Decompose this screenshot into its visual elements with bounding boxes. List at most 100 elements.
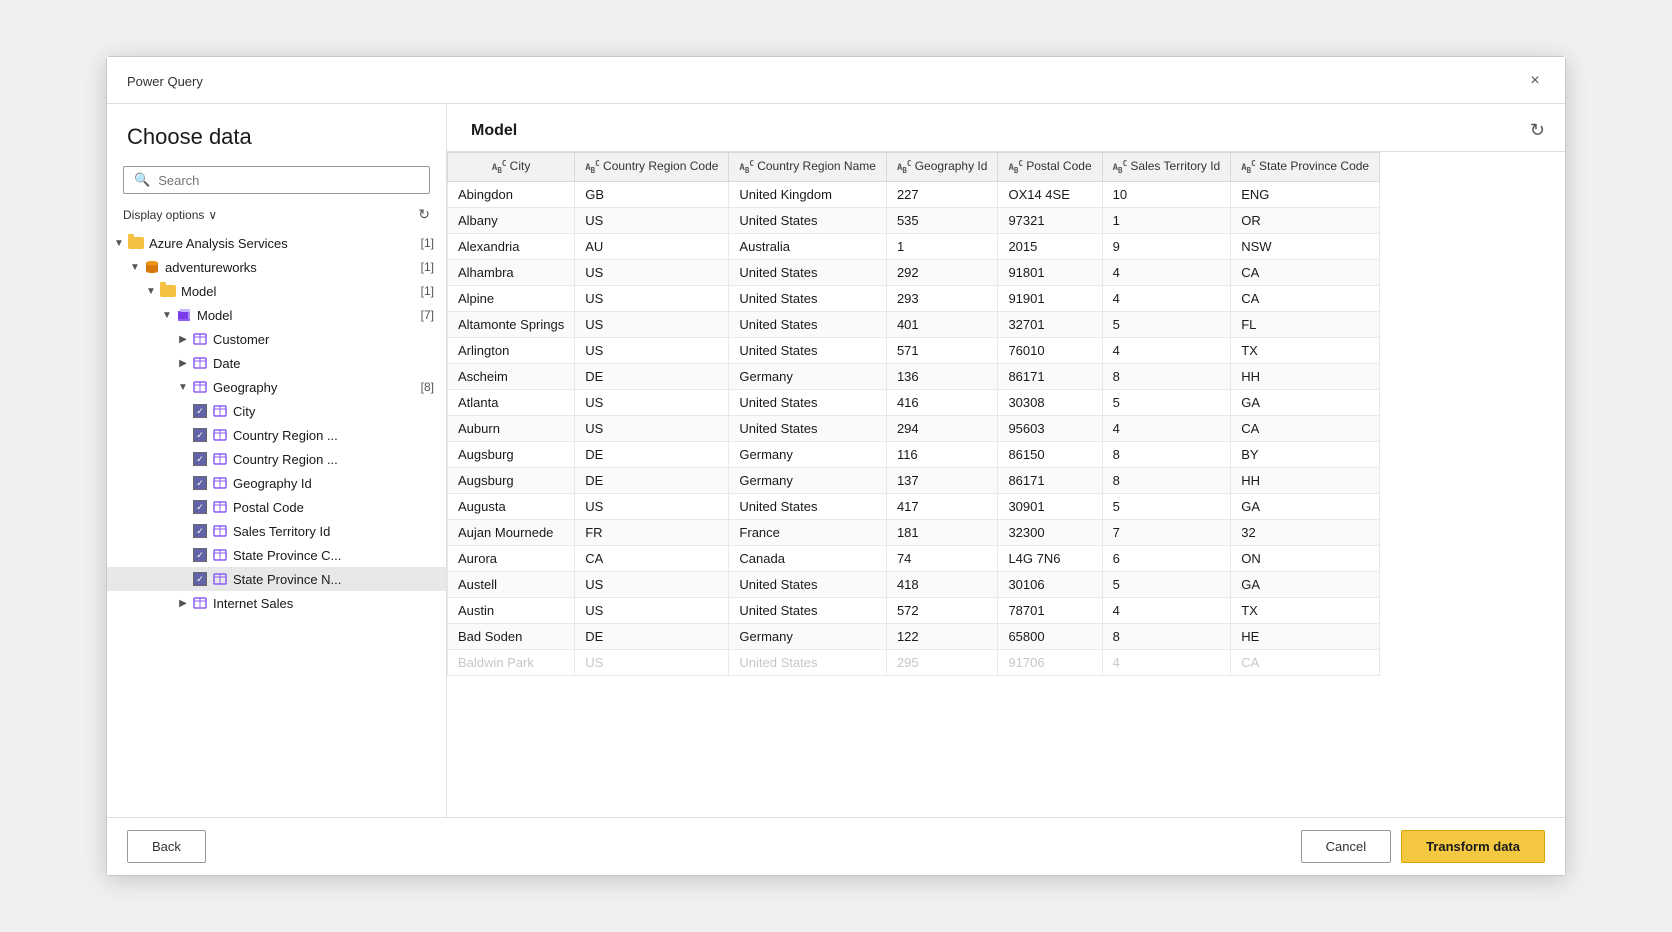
search-input[interactable] bbox=[158, 173, 419, 188]
transform-data-button[interactable]: Transform data bbox=[1401, 830, 1545, 863]
tree-item-country-region-name[interactable]: Country Region ... bbox=[107, 447, 446, 471]
table-cell: 86171 bbox=[998, 467, 1102, 493]
table-cell: CA bbox=[1231, 285, 1380, 311]
expand-arrow: ▶ bbox=[175, 358, 191, 369]
table-row: AbingdonGBUnited Kingdom227OX14 4SE10ENG bbox=[448, 181, 1380, 207]
table-cell: OX14 4SE bbox=[998, 181, 1102, 207]
title-bar: Power Query × bbox=[107, 57, 1565, 104]
ab-type-icon: ABC bbox=[897, 163, 911, 173]
table-cell: 30106 bbox=[998, 571, 1102, 597]
tree-label: Country Region ... bbox=[233, 428, 446, 443]
field-checkbox[interactable] bbox=[193, 500, 207, 514]
field-checkbox[interactable] bbox=[193, 452, 207, 466]
search-box[interactable]: 🔍 bbox=[123, 166, 430, 194]
table-cell: Austin bbox=[448, 597, 575, 623]
table-cell: United States bbox=[729, 259, 887, 285]
table-row: Baldwin ParkUSUnited States295917064CA bbox=[448, 649, 1380, 675]
tree-item-model-cube[interactable]: ▼ Model [7] bbox=[107, 303, 446, 327]
tree-item-country-region-code[interactable]: Country Region ... bbox=[107, 423, 446, 447]
table-cell: US bbox=[575, 311, 729, 337]
search-icon: 🔍 bbox=[134, 172, 150, 188]
tree-label: City bbox=[233, 404, 446, 419]
tree-count: [1] bbox=[421, 236, 434, 250]
tree-item-geography-id[interactable]: Geography Id bbox=[107, 471, 446, 495]
table-cell: Germany bbox=[729, 363, 887, 389]
model-refresh-icon[interactable]: ↻ bbox=[1530, 120, 1545, 141]
data-table-wrapper[interactable]: ABC City ABC Country Region Code ABC Cou… bbox=[447, 151, 1565, 817]
table-cell: CA bbox=[1231, 415, 1380, 441]
table-cell: Atlanta bbox=[448, 389, 575, 415]
table-cell: Aujan Mournede bbox=[448, 519, 575, 545]
table-cell: United States bbox=[729, 389, 887, 415]
table-cell: United States bbox=[729, 207, 887, 233]
field-icon bbox=[211, 402, 229, 420]
tree-item-date[interactable]: ▶ Date bbox=[107, 351, 446, 375]
table-row: AugsburgDEGermany137861718HH bbox=[448, 467, 1380, 493]
table-cell: Germany bbox=[729, 441, 887, 467]
table-row: AuroraCACanada74L4G 7N66ON bbox=[448, 545, 1380, 571]
table-cell: United States bbox=[729, 311, 887, 337]
table-cell: US bbox=[575, 597, 729, 623]
expand-arrow: ▼ bbox=[127, 262, 143, 273]
tree-item-sales-territory-id[interactable]: Sales Territory Id bbox=[107, 519, 446, 543]
table-cell: GA bbox=[1231, 493, 1380, 519]
field-icon bbox=[211, 570, 229, 588]
table-row: AustellUSUnited States418301065GA bbox=[448, 571, 1380, 597]
back-button[interactable]: Back bbox=[127, 830, 206, 863]
table-row: AlhambraUSUnited States292918014CA bbox=[448, 259, 1380, 285]
table-row: AustinUSUnited States572787014TX bbox=[448, 597, 1380, 623]
table-cell: 294 bbox=[886, 415, 998, 441]
table-cell: 30308 bbox=[998, 389, 1102, 415]
table-cell: Augsburg bbox=[448, 441, 575, 467]
field-checkbox[interactable] bbox=[193, 428, 207, 442]
field-checkbox[interactable] bbox=[193, 524, 207, 538]
tree-item-city[interactable]: City bbox=[107, 399, 446, 423]
table-cell: OR bbox=[1231, 207, 1380, 233]
table-cell: 78701 bbox=[998, 597, 1102, 623]
table-cell: US bbox=[575, 493, 729, 519]
close-button[interactable]: × bbox=[1521, 67, 1549, 95]
table-cell: Alpine bbox=[448, 285, 575, 311]
field-icon bbox=[211, 522, 229, 540]
table-row: AlpineUSUnited States293919014CA bbox=[448, 285, 1380, 311]
refresh-icon[interactable]: ↻ bbox=[418, 206, 430, 223]
table-cell: 95603 bbox=[998, 415, 1102, 441]
table-cell: Bad Soden bbox=[448, 623, 575, 649]
expand-arrow: ▼ bbox=[111, 238, 127, 249]
tree-item-geography[interactable]: ▼ Geography [8] bbox=[107, 375, 446, 399]
field-checkbox[interactable] bbox=[193, 548, 207, 562]
table-row: AlbanyUSUnited States535973211OR bbox=[448, 207, 1380, 233]
display-options-toggle[interactable]: Display options ∨ bbox=[123, 208, 217, 222]
tree-item-model-folder[interactable]: ▼ Model [1] bbox=[107, 279, 446, 303]
tree-item-customer[interactable]: ▶ Customer bbox=[107, 327, 446, 351]
table-cell: 9 bbox=[1102, 233, 1231, 259]
field-checkbox[interactable] bbox=[193, 572, 207, 586]
table-cell: 32 bbox=[1231, 519, 1380, 545]
table-cell: Baldwin Park bbox=[448, 649, 575, 675]
table-cell: Albany bbox=[448, 207, 575, 233]
field-checkbox[interactable] bbox=[193, 476, 207, 490]
table-cell: US bbox=[575, 389, 729, 415]
tree-item-state-province-n[interactable]: State Province N... bbox=[107, 567, 446, 591]
field-checkbox[interactable] bbox=[193, 404, 207, 418]
tree-item-adventureworks[interactable]: ▼ adventureworks [1] bbox=[107, 255, 446, 279]
tree-item-postal-code[interactable]: Postal Code bbox=[107, 495, 446, 519]
table-cell: United States bbox=[729, 415, 887, 441]
right-panel: Model ↻ ABC City ABC Country Region bbox=[447, 104, 1565, 817]
cancel-button[interactable]: Cancel bbox=[1301, 830, 1391, 863]
tree-item-azure-analysis[interactable]: ▼ Azure Analysis Services [1] bbox=[107, 231, 446, 255]
tree-item-internet-sales[interactable]: ▶ Internet Sales bbox=[107, 591, 446, 615]
table-cell: Australia bbox=[729, 233, 887, 259]
tree-item-state-province-c[interactable]: State Province C... bbox=[107, 543, 446, 567]
left-panel: Choose data 🔍 Display options ∨ ↻ ▼ bbox=[107, 104, 447, 817]
table-cell: 4 bbox=[1102, 649, 1231, 675]
table-cell: 181 bbox=[886, 519, 998, 545]
table-row: AlexandriaAUAustralia120159NSW bbox=[448, 233, 1380, 259]
table-cell: HH bbox=[1231, 467, 1380, 493]
tree-count: [1] bbox=[421, 260, 434, 274]
table-body: AbingdonGBUnited Kingdom227OX14 4SE10ENG… bbox=[448, 181, 1380, 675]
table-cell: 91801 bbox=[998, 259, 1102, 285]
tree-label: Azure Analysis Services bbox=[149, 236, 421, 251]
table-cell: 5 bbox=[1102, 311, 1231, 337]
table-cell: Arlington bbox=[448, 337, 575, 363]
